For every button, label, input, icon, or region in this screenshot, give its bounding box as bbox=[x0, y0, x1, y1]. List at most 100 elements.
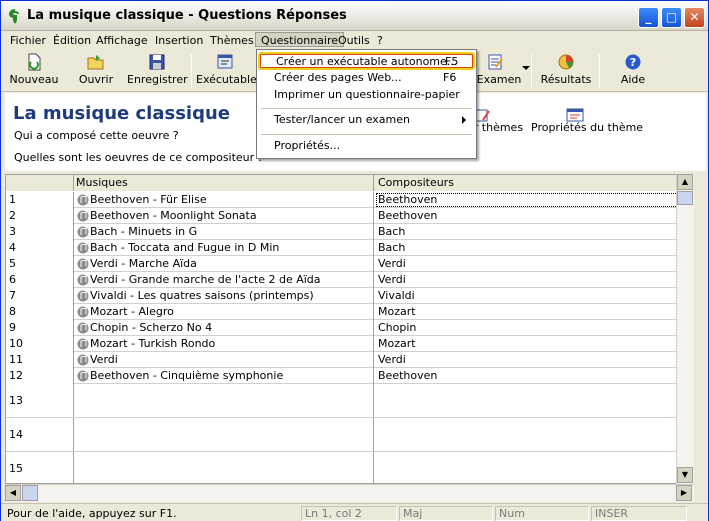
composer-cell[interactable] bbox=[375, 384, 681, 417]
table-row[interactable]: 1 Beethoven - Für Elise Beethoven bbox=[6, 192, 681, 208]
music-cell[interactable]: Mozart - Turkish Rondo bbox=[74, 336, 374, 352]
executable-button[interactable]: Exécutable bbox=[196, 50, 257, 92]
scroll-up-icon[interactable]: ▲ bbox=[677, 174, 693, 190]
scroll-left-icon[interactable]: ◀ bbox=[5, 485, 21, 501]
composer-cell[interactable]: Vivaldi bbox=[375, 288, 681, 304]
music-cell[interactable]: Chopin - Scherzo No 4 bbox=[74, 320, 374, 336]
composer-cell[interactable] bbox=[375, 452, 681, 483]
composer-cell[interactable]: Verdi bbox=[375, 256, 681, 272]
table-row[interactable]: 3 Bach - Minuets in G Bach bbox=[6, 224, 681, 240]
question-grid: Musiques Compositeurs 1 Beethoven - Für … bbox=[5, 174, 694, 484]
music-cell[interactable]: Verdi bbox=[74, 352, 374, 368]
music-cell[interactable]: Beethoven - Für Elise bbox=[74, 192, 374, 208]
row-number: 9 bbox=[6, 320, 74, 336]
scroll-down-icon[interactable]: ▼ bbox=[677, 467, 693, 483]
results-chart-icon bbox=[558, 54, 574, 70]
menu-item-create-executable[interactable]: Créer un exécutable autonome... F5 bbox=[258, 52, 475, 70]
table-row[interactable]: 7 Vivaldi - Les quatres saisons (printem… bbox=[6, 288, 681, 304]
menu-themes[interactable]: Thèmes bbox=[205, 33, 259, 48]
menu-fichier[interactable]: Fichier bbox=[5, 33, 51, 48]
table-row[interactable]: 10 Mozart - Turkish Rondo Mozart bbox=[6, 336, 681, 352]
row-number: 15 bbox=[6, 452, 74, 483]
music-cell[interactable] bbox=[74, 418, 374, 451]
music-cell[interactable]: Bach - Minuets in G bbox=[74, 224, 374, 240]
scroll-thumb-horizontal[interactable] bbox=[22, 485, 38, 501]
composer-cell[interactable]: Mozart bbox=[375, 304, 681, 320]
scroll-right-icon[interactable]: ▶ bbox=[676, 485, 692, 501]
title-bar: La musique classique - Questions Réponse… bbox=[1, 1, 708, 31]
new-document-icon bbox=[28, 53, 41, 71]
composer-cell[interactable]: Beethoven bbox=[375, 192, 681, 208]
edit-themes-icon[interactable] bbox=[475, 108, 491, 122]
app-logo-icon bbox=[8, 9, 19, 24]
exam-dropdown-arrow-icon[interactable] bbox=[522, 66, 530, 70]
table-row[interactable]: 15 bbox=[6, 452, 681, 483]
composer-cell[interactable]: Chopin bbox=[375, 320, 681, 336]
vertical-scrollbar[interactable]: ▲ ▼ bbox=[676, 174, 694, 484]
composer-cell[interactable]: Verdi bbox=[375, 352, 681, 368]
composer-cell[interactable]: Bach bbox=[375, 224, 681, 240]
music-cell[interactable]: Bach - Toccata and Fugue in D Min bbox=[74, 240, 374, 256]
menu-affichage[interactable]: Affichage bbox=[91, 33, 153, 48]
menu-insertion[interactable]: Insertion bbox=[150, 33, 208, 48]
table-row[interactable]: 12 Beethoven - Cinquième symphonie Beeth… bbox=[6, 368, 681, 384]
table-row[interactable]: 13 bbox=[6, 384, 681, 418]
music-cell[interactable] bbox=[74, 384, 374, 417]
open-button[interactable]: Ouvrir bbox=[73, 50, 119, 92]
menu-help[interactable]: ? bbox=[372, 33, 388, 48]
music-cell[interactable]: Beethoven - Moonlight Sonata bbox=[74, 208, 374, 224]
row-number: 5 bbox=[6, 256, 74, 272]
results-button[interactable]: Résultats bbox=[538, 50, 594, 92]
menu-outils[interactable]: Outils bbox=[333, 33, 375, 48]
new-button[interactable]: Nouveau bbox=[7, 50, 61, 92]
table-row[interactable]: 2 Beethoven - Moonlight Sonata Beethoven bbox=[6, 208, 681, 224]
menu-item-launch-exam[interactable]: Tester/lancer un examen bbox=[258, 112, 475, 130]
toolbar-separator bbox=[531, 54, 532, 88]
menu-item-create-web-pages[interactable]: Créer des pages Web... F6 bbox=[258, 70, 475, 88]
table-row[interactable]: 11 Verdi Verdi bbox=[6, 352, 681, 368]
status-maj: Maj bbox=[399, 506, 493, 521]
menu-questionnaire[interactable]: Questionnaire bbox=[255, 32, 345, 47]
music-note-icon bbox=[77, 370, 89, 382]
table-row[interactable]: 9 Chopin - Scherzo No 4 Chopin bbox=[6, 320, 681, 336]
table-row[interactable]: 8 Mozart - Alegro Mozart bbox=[6, 304, 681, 320]
music-cell[interactable]: Verdi - Grande marche de l'acte 2 de Aïd… bbox=[74, 272, 374, 288]
music-note-icon bbox=[77, 194, 89, 206]
composer-cell[interactable]: Verdi bbox=[375, 272, 681, 288]
composer-cell[interactable]: Beethoven bbox=[375, 208, 681, 224]
column-header-musiques[interactable]: Musiques bbox=[74, 175, 374, 191]
menu-item-print-paper[interactable]: Imprimer un questionnaire-papier bbox=[258, 87, 475, 105]
maximize-button[interactable]: □ bbox=[661, 7, 682, 28]
table-row[interactable]: 5 Verdi - Marche Aïda Verdi bbox=[6, 256, 681, 272]
composer-cell[interactable]: Mozart bbox=[375, 336, 681, 352]
status-num: Num bbox=[495, 506, 589, 521]
theme-properties-icon[interactable] bbox=[566, 108, 584, 122]
exam-icon bbox=[488, 54, 503, 70]
music-cell[interactable]: Verdi - Marche Aïda bbox=[74, 256, 374, 272]
horizontal-scrollbar[interactable]: ◀ ▶ bbox=[5, 484, 694, 502]
row-number: 10 bbox=[6, 336, 74, 352]
minimize-button[interactable]: _ bbox=[638, 7, 659, 28]
help-button[interactable]: ? Aide bbox=[613, 50, 653, 92]
save-button[interactable]: Enregistrer bbox=[127, 50, 188, 92]
music-cell[interactable] bbox=[74, 452, 374, 483]
table-row[interactable]: 14 bbox=[6, 418, 681, 452]
close-button[interactable]: ✕ bbox=[684, 7, 705, 28]
composer-cell[interactable]: Beethoven bbox=[375, 368, 681, 384]
menu-separator bbox=[261, 134, 472, 135]
theme-properties-link[interactable]: Propriétés du thème bbox=[531, 121, 643, 134]
composer-cell[interactable]: Bach bbox=[375, 240, 681, 256]
table-row[interactable]: 4 Bach - Toccata and Fugue in D Min Bach bbox=[6, 240, 681, 256]
question-2: Quelles sont les oeuvres de ce composite… bbox=[14, 151, 264, 164]
music-cell[interactable]: Mozart - Alegro bbox=[74, 304, 374, 320]
column-header-compositeurs[interactable]: Compositeurs bbox=[375, 175, 681, 191]
menu-edition[interactable]: Édition bbox=[48, 33, 96, 48]
table-row[interactable]: 6 Verdi - Grande marche de l'acte 2 de A… bbox=[6, 272, 681, 288]
theme-title: La musique classique bbox=[13, 103, 231, 124]
music-cell[interactable]: Vivaldi - Les quatres saisons (printemps… bbox=[74, 288, 374, 304]
composer-cell[interactable] bbox=[375, 418, 681, 451]
save-floppy-icon bbox=[149, 54, 165, 70]
scroll-thumb[interactable] bbox=[677, 191, 693, 205]
music-cell[interactable]: Beethoven - Cinquième symphonie bbox=[74, 368, 374, 384]
menu-item-properties[interactable]: Propriétés... bbox=[258, 138, 475, 156]
